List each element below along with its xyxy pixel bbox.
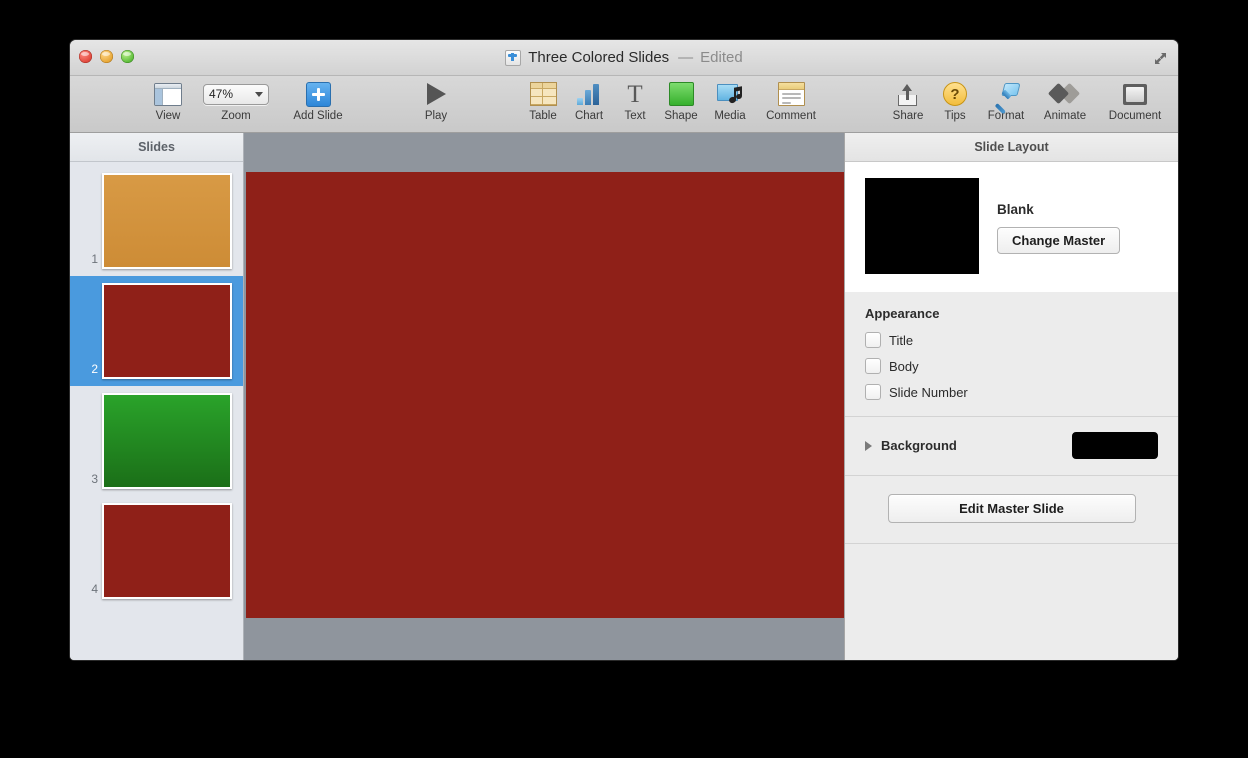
edit-master-slide-button[interactable]: Edit Master Slide — [887, 494, 1136, 523]
title-bar: Three Colored Slides — Edited — [70, 40, 1178, 76]
document-title: Three Colored Slides — [528, 49, 670, 66]
slide-thumb-image-3[interactable] — [102, 393, 232, 489]
zoom-stepper[interactable]: 47% — [203, 80, 269, 108]
zoom-value: 47% — [209, 87, 234, 101]
slide-number-2: 2 — [91, 362, 98, 376]
comment-icon — [777, 80, 805, 108]
shape-icon — [668, 80, 694, 108]
play-label: Play — [424, 110, 448, 122]
add-slide-label: Add Slide — [293, 110, 343, 122]
window-title: Three Colored Slides — Edited — [70, 40, 1178, 75]
question-mark-icon: ? — [943, 80, 967, 108]
change-master-button[interactable]: Change Master — [997, 227, 1121, 254]
inspector-empty-area — [845, 544, 1178, 660]
add-slide-button[interactable]: Add Slide — [285, 80, 351, 122]
inspector-panel: Slide Layout Blank Change Master Appeara… — [844, 133, 1178, 660]
tips-glyph: ? — [943, 82, 967, 106]
background-color-swatch[interactable] — [1072, 432, 1158, 459]
appearance-title: Appearance — [865, 306, 940, 321]
slide-thumbnail-2[interactable]: 2 — [70, 276, 243, 386]
checkbox-body-label: Body — [889, 358, 919, 374]
slide-number-1: 1 — [91, 252, 98, 266]
current-slide[interactable] — [246, 172, 844, 618]
animate-button[interactable]: Animate — [1029, 80, 1101, 122]
view-label: View — [155, 110, 181, 122]
background-label: Background — [881, 438, 957, 453]
comment-button[interactable]: Comment — [751, 80, 831, 122]
checkbox-slide-number[interactable] — [865, 384, 881, 400]
minimize-button[interactable] — [100, 50, 113, 63]
master-thumbnail[interactable] — [865, 178, 979, 274]
slide-thumbnail-4[interactable]: 4 — [70, 496, 243, 606]
media-icon — [716, 80, 744, 108]
view-icon — [154, 80, 182, 108]
close-button[interactable] — [79, 50, 92, 63]
zoom-control-group[interactable]: 47% Zoom — [196, 80, 276, 122]
shape-label: Shape — [664, 110, 698, 122]
navigator-header: Slides — [70, 133, 243, 162]
document-label: Document — [1108, 110, 1162, 122]
slide-thumbnail-3[interactable]: 3 — [70, 386, 243, 496]
toolbar: View 47% Zoom Add Slide Play Table Chart… — [70, 76, 1178, 133]
slide-number-4: 4 — [91, 582, 98, 596]
share-icon — [897, 80, 919, 108]
slide-navigator: Slides 1 2 3 4 — [70, 133, 244, 660]
appearance-option-title[interactable]: Title — [865, 332, 1158, 348]
format-label: Format — [987, 110, 1025, 122]
table-label: Table — [529, 110, 557, 122]
comment-label: Comment — [766, 110, 816, 122]
appearance-option-body[interactable]: Body — [865, 358, 1158, 374]
master-name: Blank — [997, 202, 1034, 217]
inspector-header: Slide Layout — [845, 133, 1178, 162]
master-slide-section: Blank Change Master — [845, 162, 1178, 292]
slide-canvas-area[interactable] — [244, 133, 844, 660]
zoom-dropdown[interactable]: 47% — [203, 83, 269, 105]
chart-label: Chart — [574, 110, 604, 122]
traffic-light-group — [79, 50, 134, 63]
maximize-button[interactable] — [121, 50, 134, 63]
checkbox-title-label: Title — [889, 332, 914, 348]
master-info: Blank Change Master — [997, 178, 1121, 254]
chart-icon — [576, 80, 602, 108]
animate-label: Animate — [1043, 110, 1087, 122]
keynote-window: Three Colored Slides — Edited View 47% Z… — [70, 40, 1178, 660]
slide-thumb-image-2[interactable] — [102, 283, 232, 379]
slide-thumbnail-1[interactable]: 1 — [70, 166, 243, 276]
play-button[interactable]: Play — [405, 80, 467, 122]
chevron-right-icon[interactable] — [865, 440, 872, 451]
document-icon — [1123, 80, 1147, 108]
diamonds-icon — [1047, 80, 1081, 108]
checkbox-body[interactable] — [865, 358, 881, 374]
edited-status: Edited — [700, 49, 743, 66]
slide-thumb-image-4[interactable] — [102, 503, 232, 599]
media-label: Media — [714, 110, 746, 122]
play-icon — [426, 80, 446, 108]
slide-thumb-image-1[interactable] — [102, 173, 232, 269]
appearance-option-slide-number[interactable]: Slide Number — [865, 384, 1158, 400]
background-section: Background — [845, 417, 1178, 476]
text-label: Text — [624, 110, 646, 122]
slide-number-3: 3 — [91, 472, 98, 486]
share-label: Share — [892, 110, 924, 122]
tips-label: Tips — [944, 110, 966, 122]
edit-master-section: Edit Master Slide — [845, 476, 1178, 544]
chevron-down-icon — [255, 91, 263, 97]
slide-list[interactable]: 1 2 3 4 — [70, 162, 243, 660]
table-icon — [529, 80, 557, 108]
checkbox-slide-number-label: Slide Number — [889, 384, 968, 400]
add-slide-icon — [305, 80, 331, 108]
title-separator: — — [678, 49, 694, 66]
zoom-label: Zoom — [221, 110, 251, 122]
paintbrush-icon — [993, 80, 1021, 114]
expand-arrows-icon[interactable] — [1150, 48, 1170, 68]
document-button[interactable]: Document — [1094, 80, 1176, 122]
view-button[interactable]: View — [137, 80, 199, 122]
checkbox-title[interactable] — [865, 332, 881, 348]
main-area: Slides 1 2 3 4 Slide Layout Blank Change… — [70, 133, 1178, 660]
keynote-document-icon — [505, 49, 522, 66]
text-icon: T — [627, 80, 643, 108]
appearance-section: Appearance Title Body Slide Number — [845, 292, 1178, 417]
